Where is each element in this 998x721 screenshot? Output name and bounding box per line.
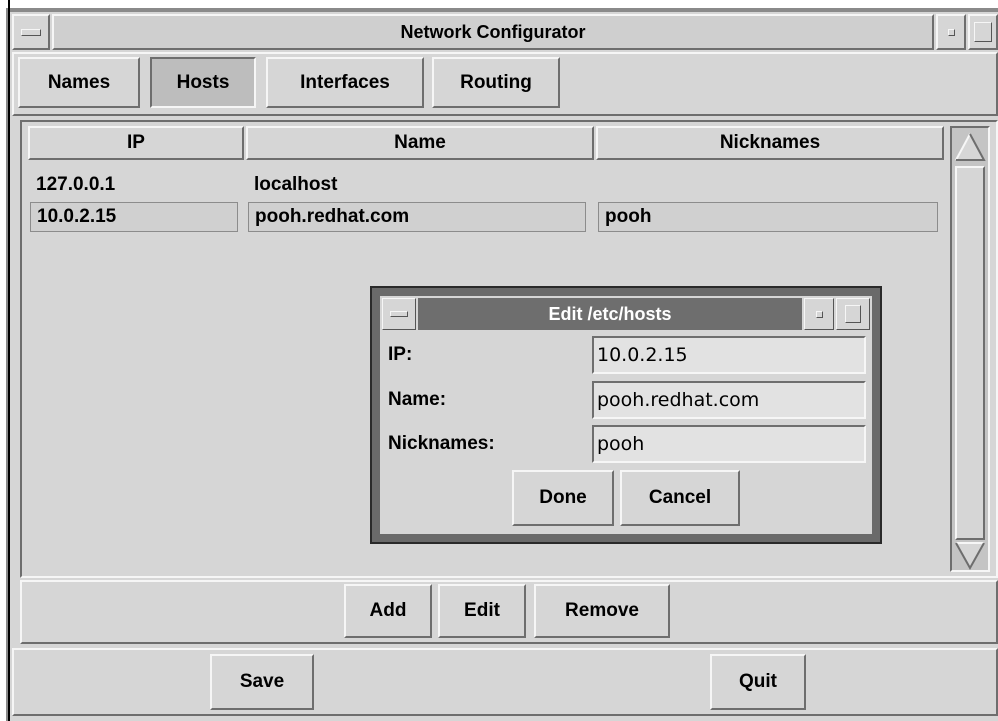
window-menu-icon [21,28,41,36]
dialog-nicknames-label: Nicknames: [388,433,495,454]
table-cell-nicknames: pooh [598,202,938,232]
dialog-maximize-button[interactable] [836,298,870,330]
window-menu-button[interactable] [12,14,50,50]
tab-interfaces[interactable]: Interfaces [266,57,424,108]
column-header-ip[interactable]: IP [28,126,244,160]
table-cell-ip: 127.0.0.1 [36,174,116,195]
table-cell-ip: 10.0.2.15 [30,202,238,232]
dialog-minimize-button[interactable] [804,298,834,330]
done-button[interactable]: Done [512,470,614,526]
window-title: Network Configurator [52,14,934,50]
scroll-down-button[interactable] [954,540,986,571]
scroll-up-arrow-icon [955,133,986,161]
add-button[interactable]: Add [344,584,432,638]
minimize-icon [815,310,823,318]
minimize-button[interactable] [936,14,966,50]
maximize-button[interactable] [968,14,998,50]
column-header-name[interactable]: Name [246,126,594,160]
table-cell-nicknames [598,170,938,200]
edit-button[interactable]: Edit [438,584,526,638]
dialog-ip-label: IP: [388,344,413,365]
tab-routing[interactable]: Routing [432,57,560,108]
table-cell-name: pooh.redhat.com [248,202,586,232]
remove-button[interactable]: Remove [534,584,670,638]
column-header-nicknames[interactable]: Nicknames [596,126,944,160]
table-cell-name: localhost [254,174,338,195]
footer-bar [12,648,998,716]
scroll-down-arrow-icon [955,542,985,571]
scrollbar-thumb[interactable] [955,166,985,540]
maximize-icon [845,305,861,323]
tab-hosts[interactable]: Hosts [150,57,256,108]
table-row[interactable]: 127.0.0.1 localhost [30,170,942,200]
cancel-button[interactable]: Cancel [620,470,740,526]
dialog-title: Edit /etc/hosts [418,298,802,330]
dialog-name-field[interactable] [592,381,866,419]
dialog-menu-button[interactable] [382,298,416,330]
table-row-selected[interactable]: 10.0.2.15 pooh.redhat.com pooh [30,202,942,232]
maximize-icon [974,22,992,42]
scroll-up-button[interactable] [954,130,986,164]
quit-button[interactable]: Quit [710,654,806,710]
minimize-icon [947,28,955,36]
dialog-name-label: Name: [388,389,447,410]
window-menu-icon [390,311,408,317]
save-button[interactable]: Save [210,654,314,710]
dialog-nicknames-field[interactable] [592,425,866,463]
tab-names[interactable]: Names [18,57,140,108]
dialog-ip-field[interactable] [592,336,866,374]
